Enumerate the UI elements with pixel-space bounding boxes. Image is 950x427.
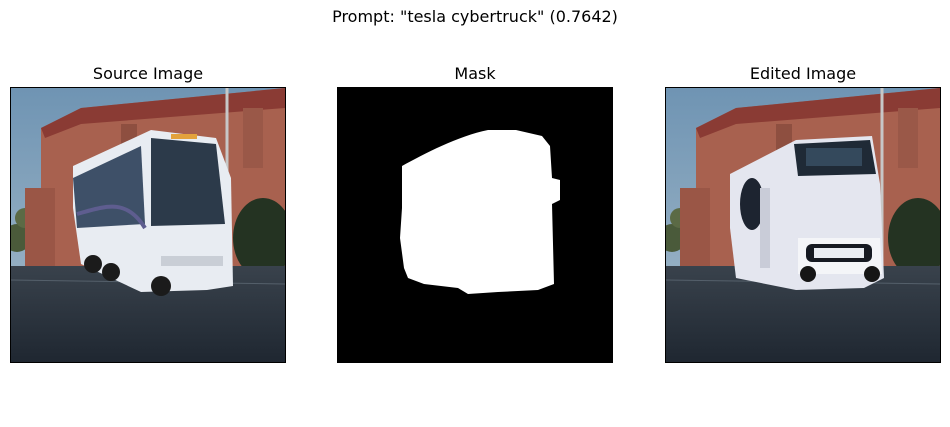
mask-title: Mask xyxy=(454,64,496,83)
edited-image xyxy=(666,88,940,362)
source-image-frame xyxy=(10,87,286,363)
edited-image-frame xyxy=(665,87,941,363)
edited-image-panel: Edited Image xyxy=(665,64,941,363)
figure-title: Prompt: "tesla cybertruck" (0.7642) xyxy=(332,7,618,26)
edited-image-title: Edited Image xyxy=(749,64,857,83)
source-image xyxy=(11,88,285,362)
source-image-title: Source Image xyxy=(92,64,204,83)
mask-frame xyxy=(337,87,613,363)
mask-panel: Mask xyxy=(337,64,613,363)
mask-image xyxy=(338,88,612,362)
source-image-panel: Source Image xyxy=(10,64,286,363)
